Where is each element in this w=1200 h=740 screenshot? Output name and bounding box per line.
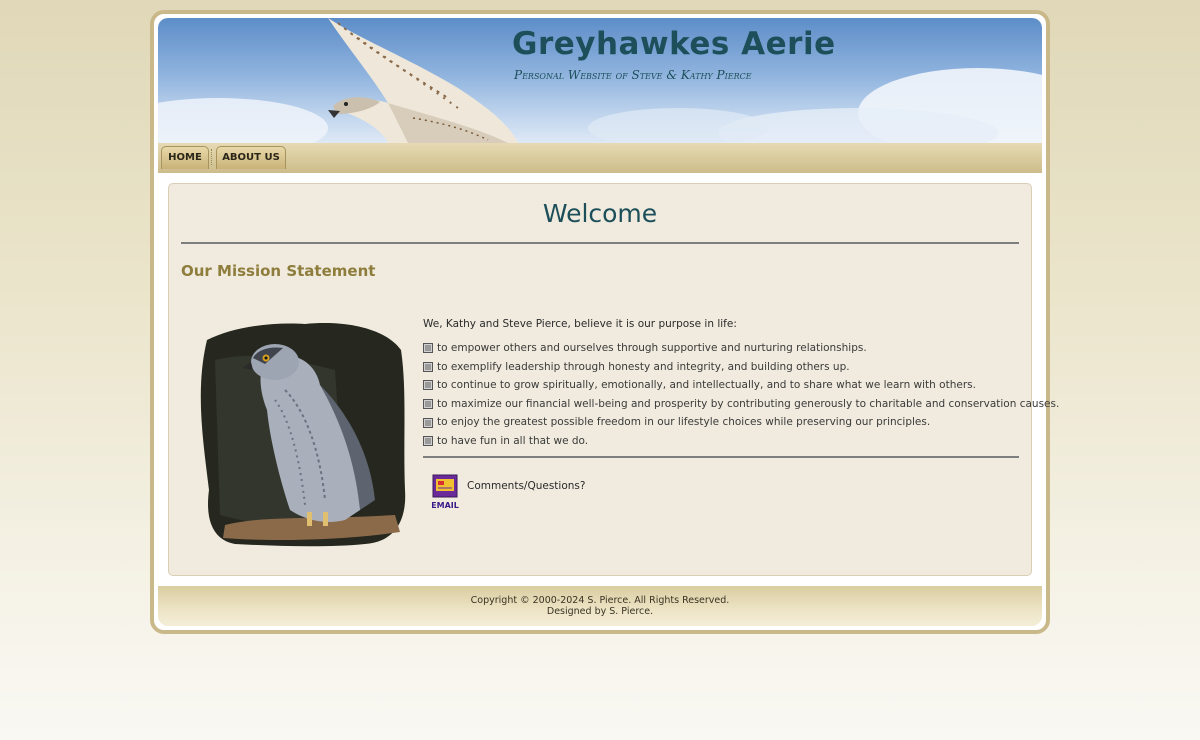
bullet-icon: [423, 417, 433, 428]
main-nav: HOME ABOUT US: [158, 143, 1042, 173]
site-header: Greyhawkes Aerie Personal Website of Ste…: [158, 18, 1042, 143]
mission-intro: We, Kathy and Steve Pierce, believe it i…: [423, 318, 737, 330]
nav-tab-about-us[interactable]: ABOUT US: [216, 146, 286, 169]
hawk-photo: [200, 323, 406, 547]
nav-tab-home[interactable]: HOME: [161, 146, 209, 169]
bullet-icon: [423, 399, 433, 410]
goal-text: to continue to grow spiritually, emotion…: [437, 379, 976, 392]
section-title: Our Mission Statement: [181, 262, 376, 280]
nav-separator: [211, 149, 213, 165]
bullet-icon: [423, 343, 433, 354]
main-content: Welcome Our Mission Statement We, Kathy …: [168, 183, 1059, 576]
mission-goals-list: to empower others and ourselves through …: [423, 339, 1059, 451]
goal-text: to have fun in all that we do.: [437, 434, 589, 447]
goal-text: to maximize our financial well-being and…: [437, 397, 1060, 410]
bullet-icon: [423, 380, 433, 391]
email-icon[interactable]: EMAIL: [432, 474, 460, 510]
site-subtitle: Personal Website of Steve & Kathy Pierce: [514, 68, 752, 82]
copyright-text: Copyright © 2000-2024 S. Pierce. All Rig…: [470, 595, 730, 606]
divider: [181, 242, 1019, 244]
goal-text: to empower others and ourselves through …: [437, 342, 867, 354]
goal-text: to enjoy the greatest possible freedom i…: [437, 416, 931, 429]
divider: [423, 456, 1019, 458]
list-item: to exemplify leadership through honesty …: [423, 358, 1059, 377]
bullet-icon: [423, 436, 433, 447]
designer-credit: Designed by S. Pierce.: [546, 606, 654, 617]
list-item: to continue to grow spiritually, emotion…: [423, 376, 1059, 395]
comments-link[interactable]: Comments/Questions?: [467, 480, 585, 492]
site-footer: Copyright © 2000-2024 S. Pierce. All Rig…: [158, 586, 1042, 626]
list-item: to enjoy the greatest possible freedom i…: [423, 413, 1059, 432]
site-title: Greyhawkes Aerie: [512, 26, 836, 62]
page-title: Welcome: [542, 199, 658, 228]
page-frame: Greyhawkes Aerie Personal Website of Ste…: [150, 10, 1059, 634]
bullet-icon: [423, 361, 433, 372]
list-item: to have fun in all that we do.: [423, 432, 1059, 451]
goal-text: to exemplify leadership through honesty …: [437, 360, 850, 373]
list-item: to maximize our financial well-being and…: [423, 395, 1059, 414]
list-item: to empower others and ourselves through …: [423, 339, 1059, 358]
email-icon-label: EMAIL: [432, 501, 459, 510]
